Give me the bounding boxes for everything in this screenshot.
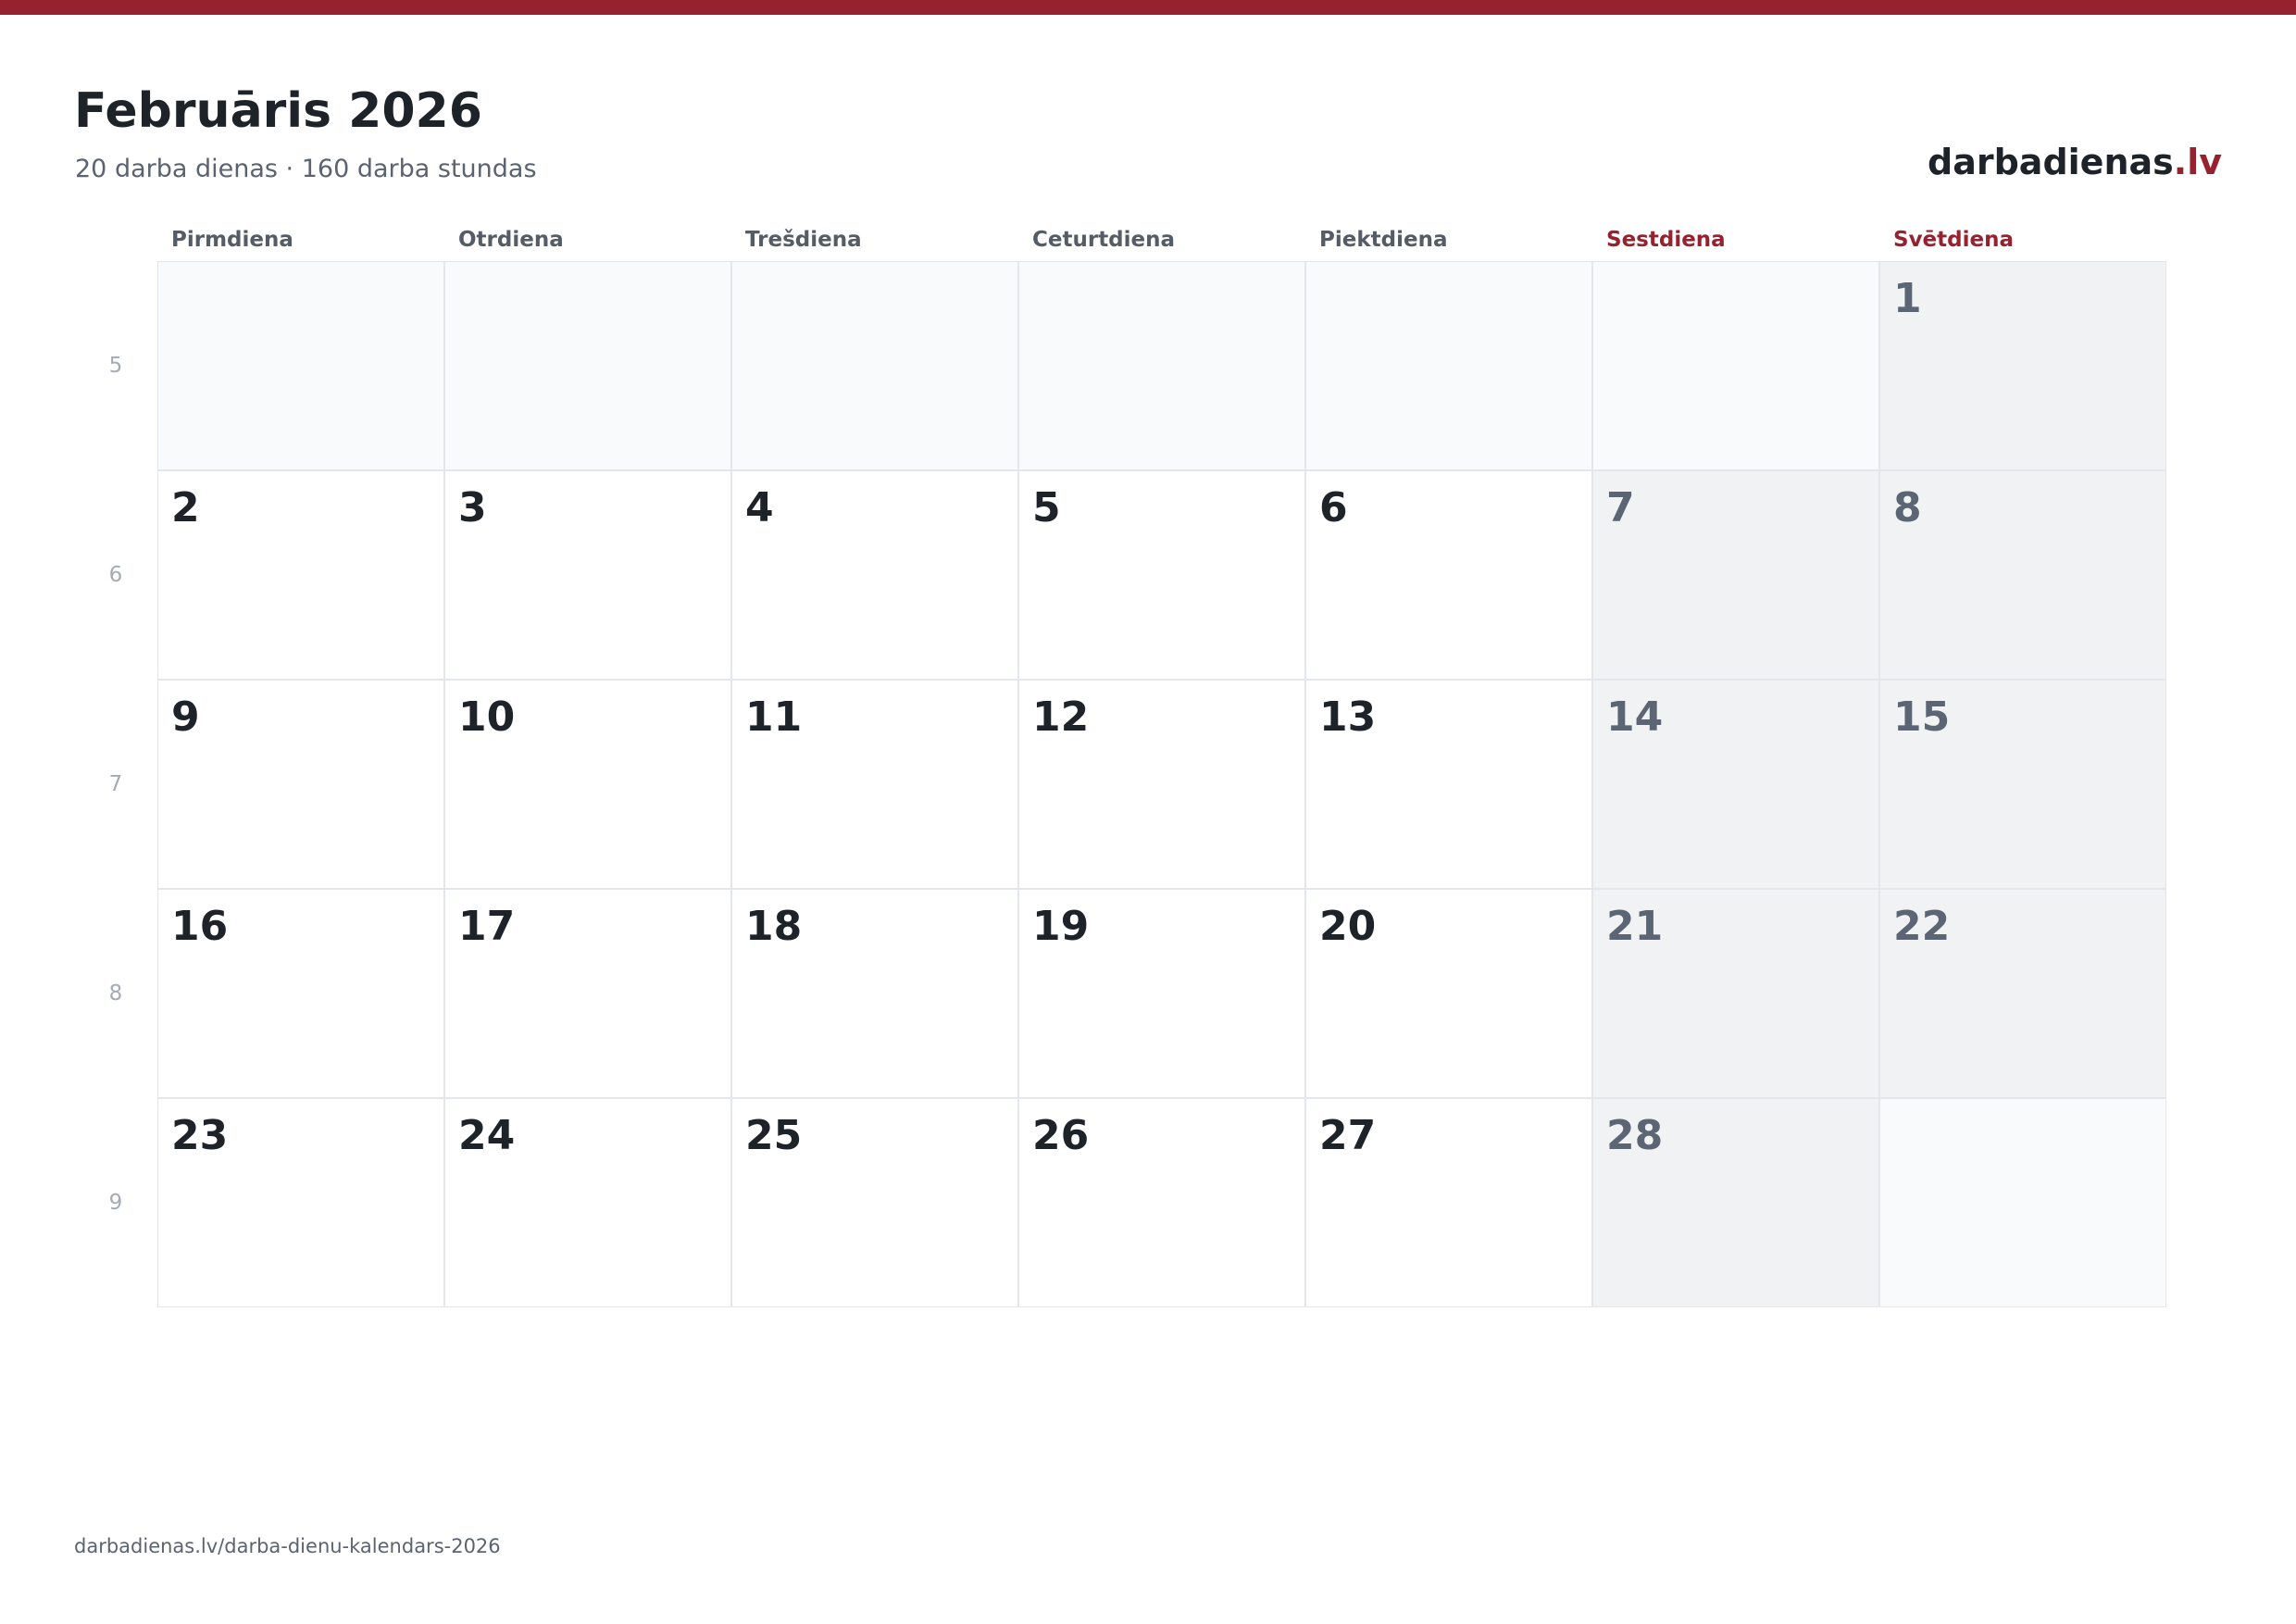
day-number: 2 bbox=[171, 484, 200, 531]
day-number: 11 bbox=[745, 693, 803, 741]
day-number: 22 bbox=[1893, 903, 1951, 950]
day-cell: 12 bbox=[1018, 680, 1305, 889]
empty-day-cell bbox=[1018, 261, 1305, 470]
day-number: 5 bbox=[1032, 484, 1061, 531]
weekday-header: Trešdiena bbox=[745, 228, 862, 252]
weekday-header: Otrdiena bbox=[458, 228, 564, 252]
day-number: 3 bbox=[458, 484, 487, 531]
day-cell: 26 bbox=[1018, 1098, 1305, 1307]
empty-day-cell bbox=[157, 261, 444, 470]
footer-url: darbadienas.lv/darba-dienu-kalendars-202… bbox=[74, 1535, 501, 1557]
day-number: 26 bbox=[1032, 1112, 1090, 1159]
brand-logo: darbadienas.lv bbox=[1928, 139, 2222, 185]
week-number: 7 bbox=[108, 772, 123, 796]
day-cell: 18 bbox=[731, 889, 1018, 1098]
day-cell: 11 bbox=[731, 680, 1018, 889]
empty-day-cell bbox=[731, 261, 1018, 470]
week-number: 5 bbox=[108, 354, 123, 378]
day-number: 7 bbox=[1606, 484, 1635, 531]
day-cell: 16 bbox=[157, 889, 444, 1098]
day-number: 17 bbox=[458, 903, 516, 950]
day-number: 13 bbox=[1319, 693, 1377, 741]
day-cell: 2 bbox=[157, 470, 444, 680]
day-cell: 27 bbox=[1305, 1098, 1592, 1307]
day-cell: 20 bbox=[1305, 889, 1592, 1098]
day-number: 4 bbox=[745, 484, 774, 531]
day-cell: 28 bbox=[1592, 1098, 1879, 1307]
day-number: 14 bbox=[1606, 693, 1664, 741]
day-cell: 8 bbox=[1879, 470, 2166, 680]
day-cell: 22 bbox=[1879, 889, 2166, 1098]
page-title: Februāris 2026 bbox=[74, 83, 482, 139]
day-cell: 6 bbox=[1305, 470, 1592, 680]
day-number: 9 bbox=[171, 693, 200, 741]
weekday-header: Piektdiena bbox=[1319, 228, 1448, 252]
brand-name: darbadienas bbox=[1928, 142, 2174, 182]
week-number: 6 bbox=[108, 563, 123, 587]
week-number: 8 bbox=[108, 981, 123, 1006]
day-number: 28 bbox=[1606, 1112, 1664, 1159]
day-cell: 15 bbox=[1879, 680, 2166, 889]
day-cell: 3 bbox=[444, 470, 731, 680]
weekday-header: Pirmdiena bbox=[171, 228, 293, 252]
day-cell: 5 bbox=[1018, 470, 1305, 680]
day-cell: 23 bbox=[157, 1098, 444, 1307]
day-number: 10 bbox=[458, 693, 516, 741]
empty-day-cell bbox=[1592, 261, 1879, 470]
day-cell: 9 bbox=[157, 680, 444, 889]
day-number: 21 bbox=[1606, 903, 1664, 950]
day-number: 6 bbox=[1319, 484, 1348, 531]
day-number: 8 bbox=[1893, 484, 1922, 531]
day-cell: 17 bbox=[444, 889, 731, 1098]
day-number: 1 bbox=[1893, 275, 1922, 322]
weekday-header: Sestdiena bbox=[1606, 228, 1726, 252]
work-days-summary: 20 darba dienas · 160 darba stundas bbox=[75, 155, 537, 183]
day-number: 12 bbox=[1032, 693, 1090, 741]
day-number: 23 bbox=[171, 1112, 229, 1159]
day-number: 27 bbox=[1319, 1112, 1377, 1159]
day-number: 20 bbox=[1319, 903, 1377, 950]
day-cell: 25 bbox=[731, 1098, 1018, 1307]
empty-day-cell bbox=[1305, 261, 1592, 470]
day-cell: 19 bbox=[1018, 889, 1305, 1098]
day-cell: 7 bbox=[1592, 470, 1879, 680]
weekday-header: Ceturtdiena bbox=[1032, 228, 1176, 252]
day-cell: 14 bbox=[1592, 680, 1879, 889]
weekday-header: Svētdiena bbox=[1893, 228, 2014, 252]
brand-tld: .lv bbox=[2173, 142, 2222, 182]
day-cell: 13 bbox=[1305, 680, 1592, 889]
day-number: 15 bbox=[1893, 693, 1951, 741]
day-number: 19 bbox=[1032, 903, 1090, 950]
day-cell: 24 bbox=[444, 1098, 731, 1307]
empty-day-cell bbox=[444, 261, 731, 470]
empty-day-cell bbox=[1879, 1098, 2166, 1307]
day-number: 24 bbox=[458, 1112, 516, 1159]
top-accent-bar bbox=[0, 0, 2296, 15]
week-number: 9 bbox=[108, 1191, 123, 1215]
day-number: 25 bbox=[745, 1112, 803, 1159]
day-cell: 10 bbox=[444, 680, 731, 889]
day-number: 16 bbox=[171, 903, 229, 950]
day-cell: 21 bbox=[1592, 889, 1879, 1098]
day-number: 18 bbox=[745, 903, 803, 950]
day-cell: 4 bbox=[731, 470, 1018, 680]
day-cell: 1 bbox=[1879, 261, 2166, 470]
